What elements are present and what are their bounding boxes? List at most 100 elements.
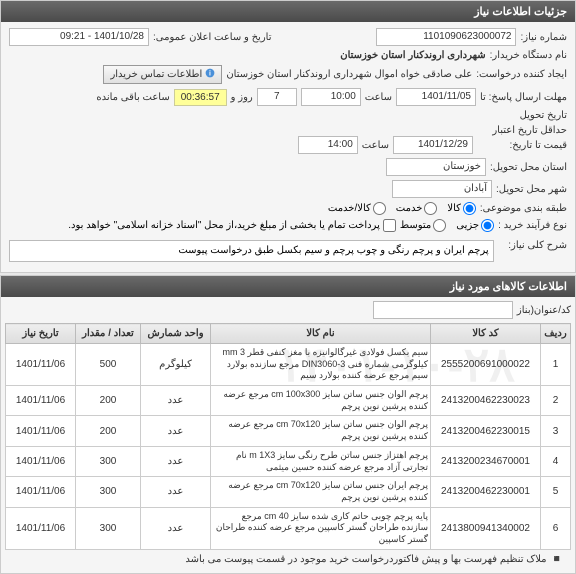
cell-unit: عدد xyxy=(141,416,211,446)
treasury-note: پرداخت تمام یا بخشی از مبلغ خرید،از محل … xyxy=(68,220,380,231)
announce-value: 1401/10/28 - 09:21 xyxy=(9,28,149,46)
cell-date: 1401/11/06 xyxy=(6,507,76,549)
radio-goods[interactable]: کالا xyxy=(447,202,476,215)
buyer-contact-label: اطلاعات تماس خریدار xyxy=(110,69,202,80)
delivery-label: تاریخ تحویل xyxy=(520,110,567,121)
filter-input[interactable] xyxy=(373,301,513,319)
cell-date: 1401/11/06 xyxy=(6,446,76,476)
announce-label: تاریخ و ساعت اعلان عمومی: xyxy=(153,32,272,43)
credit-sub-label: قیمت تا تاریخ: xyxy=(477,140,567,151)
table-row[interactable]: 62413800941340002پایه پرچم چوبی حاتم کار… xyxy=(6,507,571,549)
cell-row: 5 xyxy=(541,477,571,507)
process-label: نوع فرآیند خرید : xyxy=(498,220,567,231)
need-details-panel: جزئیات اطلاعات نیاز شماره نیاز: 11010906… xyxy=(0,0,576,273)
table-row[interactable]: 22413200462230023پرچم الوان جنس ساتن سای… xyxy=(6,386,571,416)
cell-date: 1401/11/06 xyxy=(6,416,76,446)
radio-goods-service-input[interactable] xyxy=(373,202,386,215)
credit-date: 1401/12/29 xyxy=(393,136,473,154)
bullet-icon: ◾ xyxy=(551,554,563,565)
need-no-value: 1101090623000072 xyxy=(376,28,516,46)
cell-name: پایه پرچم چوبی حاتم کاری شده سایز cm 40 … xyxy=(211,507,431,549)
creator-label: ایجاد کننده درخواست: xyxy=(476,69,567,80)
cell-name: پرچم ایران جنس ساتن سایز cm 70x120 مرجع … xyxy=(211,477,431,507)
days-value: 7 xyxy=(257,88,297,106)
radio-service[interactable]: خدمت xyxy=(396,202,438,215)
cell-unit: عدد xyxy=(141,507,211,549)
cell-code: 2413200234670001 xyxy=(431,446,541,476)
radio-goods-service[interactable]: کالا/خدمت xyxy=(328,202,386,215)
desc-label: شرح کلی نیاز: xyxy=(498,240,567,251)
radio-minor-input[interactable] xyxy=(481,219,494,232)
deadline-time: 10:00 xyxy=(301,88,361,106)
cell-row: 2 xyxy=(541,386,571,416)
cell-qty: 200 xyxy=(76,386,141,416)
cell-code: 2413200462230023 xyxy=(431,386,541,416)
remaining-label: ساعت باقی مانده xyxy=(96,92,169,103)
radio-service-input[interactable] xyxy=(424,202,437,215)
table-row[interactable]: 42413200234670001پرچم اهتزاز جنس ساتن طر… xyxy=(6,446,571,476)
cell-code: 2555200691000022 xyxy=(431,344,541,386)
category-radio-group: کالا خدمت کالا/خدمت xyxy=(328,202,476,215)
radio-service-label: خدمت xyxy=(396,203,423,214)
treasury-checkbox-item[interactable]: پرداخت تمام یا بخشی از مبلغ خرید،از محل … xyxy=(68,219,396,232)
province-label: استان محل تحویل: xyxy=(490,162,567,173)
radio-medium-input[interactable] xyxy=(433,219,446,232)
cell-row: 6 xyxy=(541,507,571,549)
table-row[interactable]: 52413200462230001پرچم ایران جنس ساتن سای… xyxy=(6,477,571,507)
time-label-1: ساعت xyxy=(365,92,392,103)
cell-name: پرچم الوان جنس ساتن سایز cm 70x120 مرجع … xyxy=(211,416,431,446)
items-table: ردیف کد کالا نام کالا واحد شمارش تعداد /… xyxy=(5,323,571,550)
radio-medium[interactable]: متوسط xyxy=(400,219,446,232)
radio-goods-input[interactable] xyxy=(463,202,476,215)
table-row[interactable]: 12555200691000022سیم بکسل فولادی غیرگالو… xyxy=(6,344,571,386)
cell-name: پرچم اهتزاز جنس ساتن طرح رنگی سایز m 1X3… xyxy=(211,446,431,476)
footer-note: ملاک تنظیم فهرست بها و پیش فاکتوردرخواست… xyxy=(185,554,546,565)
creator-value: علی صادقی خواه اموال شهرداری اروندکنار ا… xyxy=(226,69,472,80)
category-label: طبقه بندی موضوعی: xyxy=(480,203,567,214)
footer-note-row: ◾ ملاک تنظیم فهرست بها و پیش فاکتوردرخوا… xyxy=(5,550,571,569)
cell-row: 4 xyxy=(541,446,571,476)
buyer-org-value: شهرداری اروندکنار استان خوزستان xyxy=(340,50,485,61)
cell-name: سیم بکسل فولادی غیرگالوانیزه با مغز کنفی… xyxy=(211,344,431,386)
cell-row: 1 xyxy=(541,344,571,386)
filter-label: کد/عنوان(بناز xyxy=(517,305,571,316)
cell-qty: 500 xyxy=(76,344,141,386)
radio-goods-service-label: کالا/خدمت xyxy=(328,203,371,214)
buyer-contact-button[interactable]: i اطلاعات تماس خریدار xyxy=(103,65,222,84)
radio-goods-label: کالا xyxy=(447,203,461,214)
col-unit: واحد شمارش xyxy=(141,324,211,344)
radio-minor[interactable]: جزیی xyxy=(456,219,494,232)
city-value: آبادان xyxy=(392,180,492,198)
cell-name: پرچم الوان جنس ساتن سایز cm 100x300 مرجع… xyxy=(211,386,431,416)
info-icon: i xyxy=(205,68,215,81)
deadline-label: مهلت ارسال پاسخ: تا xyxy=(480,92,567,103)
items-panel: اطلاعات کالاهای مورد نیاز ۱۴۰۱-۱۰-۲۸ کد/… xyxy=(0,275,576,574)
cell-code: 2413200462230015 xyxy=(431,416,541,446)
col-row: ردیف xyxy=(541,324,571,344)
time-label-2: ساعت xyxy=(362,140,389,151)
panel-header-need: جزئیات اطلاعات نیاز xyxy=(1,1,575,22)
cell-qty: 200 xyxy=(76,416,141,446)
col-date: تاریخ نیاز xyxy=(6,324,76,344)
table-row[interactable]: 32413200462230015پرچم الوان جنس ساتن سای… xyxy=(6,416,571,446)
treasury-checkbox[interactable] xyxy=(383,219,396,232)
cell-unit: عدد xyxy=(141,477,211,507)
svg-text:i: i xyxy=(209,71,211,78)
col-code: کد کالا xyxy=(431,324,541,344)
buyer-org-label: نام دستگاه خریدار: xyxy=(490,50,567,61)
cell-row: 3 xyxy=(541,416,571,446)
credit-label: حداقل تاریخ اعتبار xyxy=(477,125,567,136)
col-name: نام کالا xyxy=(211,324,431,344)
cell-unit: عدد xyxy=(141,386,211,416)
description-box: پرچم ایران و پرچم رنگی و چوب پرچم و سیم … xyxy=(9,240,494,262)
countdown-timer: 00:36:57 xyxy=(174,89,227,106)
cell-qty: 300 xyxy=(76,446,141,476)
cell-unit: عدد xyxy=(141,446,211,476)
process-radio-group: جزیی متوسط xyxy=(400,219,494,232)
cell-qty: 300 xyxy=(76,507,141,549)
cell-code: 2413200462230001 xyxy=(431,477,541,507)
days-label: روز و xyxy=(231,92,253,103)
province-value: خوزستان xyxy=(386,158,486,176)
panel-header-items: اطلاعات کالاهای مورد نیاز xyxy=(1,276,575,297)
radio-medium-label: متوسط xyxy=(400,220,431,231)
